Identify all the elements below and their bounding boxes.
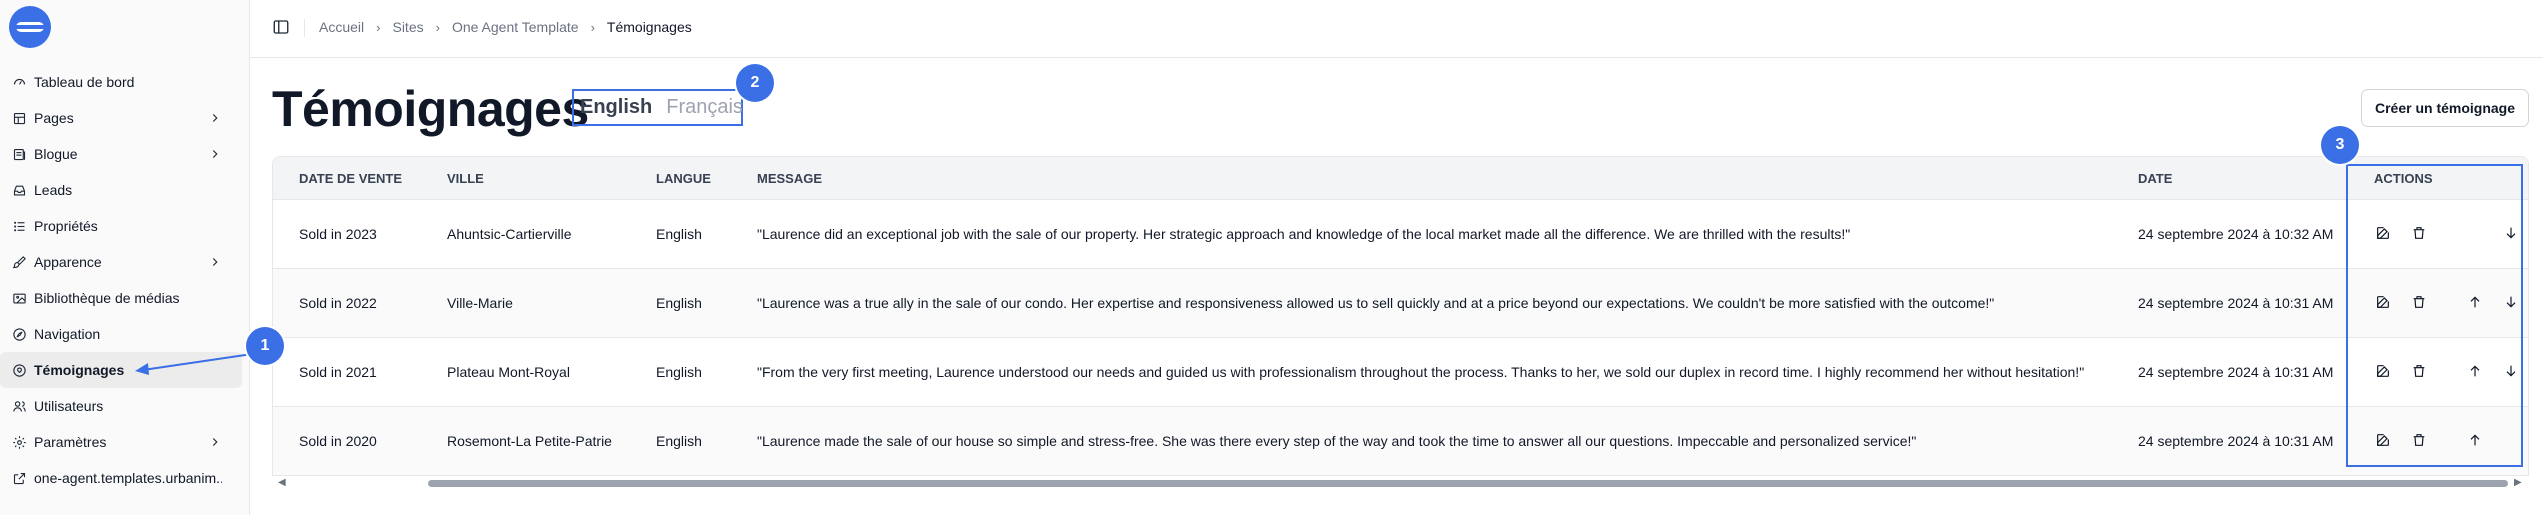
column-header-date: DATE [2138,171,2173,186]
testimonials-icon [11,362,27,378]
sidebar-toggle-icon[interactable] [272,18,290,36]
users-icon [11,398,27,414]
sidebar-item-11[interactable]: one-agent.templates.urbanim... [0,460,242,496]
sidebar-item-label: Apparence [34,254,102,270]
cell-date: 24 septembre 2024 à 10:31 AM [2138,364,2334,380]
actions-highlight-box [2346,164,2523,467]
cell-sale-date: Sold in 2022 [299,295,377,311]
cell-sale-date: Sold in 2023 [299,226,377,242]
create-testimonial-button[interactable]: Créer un témoignage [2361,89,2529,127]
cell-city: Plateau Mont-Royal [447,364,570,380]
column-header-sale-date: DATE DE VENTE [299,171,403,186]
brush-icon [11,254,27,270]
cell-date: 24 septembre 2024 à 10:31 AM [2138,433,2334,449]
cell-language: English [656,226,702,242]
list-icon [11,218,27,234]
cell-date: 24 septembre 2024 à 10:31 AM [2138,295,2334,311]
scroll-left-icon[interactable]: ◀ [278,478,288,488]
sidebar-item-label: Propriétés [34,218,98,234]
top-bar: Accueil › Sites › One Agent Template › Témoign… [250,0,2543,58]
horizontal-scrollbar[interactable]: ◀ ▶ [272,476,2529,490]
breadcrumb-separator-icon: › [435,19,440,35]
sidebar-item-label: Blogue [34,146,78,162]
sidebar-item-10[interactable]: Paramètres [0,424,242,460]
language-tab-francais[interactable]: Français [666,96,743,119]
breadcrumb-item[interactable]: Sites [392,19,423,35]
app-logo[interactable] [9,6,51,48]
sidebar-item-4[interactable]: Propriétés [0,208,242,244]
pages-icon [11,110,27,126]
sidebar-item-9[interactable]: Utilisateurs [0,388,242,424]
sidebar-item-1[interactable]: Pages [0,100,242,136]
cell-message: "From the very first meeting, Laurence u… [757,364,2085,380]
sidebar-item-2[interactable]: Blogue [0,136,242,172]
sidebar-item-label: Leads [34,182,73,198]
language-tab-english[interactable]: English [580,96,652,119]
sidebar-item-label: Paramètres [34,434,107,450]
cell-language: English [656,295,702,311]
chevron-right-icon [208,147,222,161]
marker-badge-1: 1 [246,327,284,365]
navigation-icon [11,326,27,342]
cell-message: "Laurence made the sale of our house so … [757,433,1917,449]
sidebar-item-0[interactable]: Tableau de bord [0,64,242,100]
chevron-right-icon [208,111,222,125]
column-header-language: LANGUE [656,171,711,186]
table-header: DATE DE VENTE VILLE LANGUE MESSAGE DATE … [273,157,2528,200]
sidebar-item-label: Pages [34,110,74,126]
sidebar-item-7[interactable]: Navigation [0,316,242,352]
table-row: Sold in 2021 Plateau Mont-Royal English "Fr… [273,338,2528,407]
breadcrumb-item[interactable]: Accueil [319,19,364,35]
sidebar-item-label: Bibliothèque de médias [34,290,180,306]
breadcrumb: Accueil › Sites › One Agent Template › Témoign… [319,19,692,35]
sidebar-item-8[interactable]: Témoignages [0,352,242,388]
testimonials-table: DATE DE VENTE VILLE LANGUE MESSAGE DATE … [272,156,2529,486]
cell-language: English [656,364,702,380]
sidebar-item-3[interactable]: Leads [0,172,242,208]
language-switcher: English Français [572,89,743,126]
breadcrumb-item: Témoignages [606,19,692,35]
table-row: Sold in 2020 Rosemont-La Petite-Patrie Eng… [273,407,2528,476]
cell-city: Rosemont-La Petite-Patrie [447,433,612,449]
sidebar-item-label: Témoignages [34,362,125,378]
sidebar-item-label: Navigation [34,326,101,342]
marker-badge-3: 3 [2321,126,2359,164]
cell-message: "Laurence did an exceptional job with th… [757,226,1851,242]
sidebar-item-6[interactable]: Bibliothèque de médias [0,280,242,316]
sidebar-item-label: Utilisateurs [34,398,104,414]
breadcrumb-separator-icon: › [376,19,381,35]
divider [304,19,305,37]
cell-language: English [656,433,702,449]
cell-sale-date: Sold in 2021 [299,364,377,380]
chevron-right-icon [208,435,222,449]
cell-message: "Laurence was a true ally in the sale of… [757,295,1995,311]
sidebar-nav: Tableau de bord Pages Blogue Leads Propriété… [0,64,250,496]
gear-icon [11,434,27,450]
media-icon [11,290,27,306]
sidebar-item-label: one-agent.templates.urbanim... [34,470,222,486]
table-row: Sold in 2022 Ville-Marie English "Laurence … [273,269,2528,338]
breadcrumb-item[interactable]: One Agent Template [452,19,579,35]
chevron-right-icon [208,255,222,269]
cell-city: Ville-Marie [447,295,513,311]
table-row: Sold in 2023 Ahuntsic-Cartierville English… [273,200,2528,269]
page-title: Témoignages [272,81,589,137]
column-header-city: VILLE [447,171,484,186]
cell-sale-date: Sold in 2020 [299,433,377,449]
scroll-right-icon[interactable]: ▶ [2514,478,2524,488]
cell-date: 24 septembre 2024 à 10:32 AM [2138,226,2334,242]
external-link-icon [11,470,27,486]
marker-badge-2: 2 [736,64,774,102]
scrollbar-thumb[interactable] [428,480,2508,487]
sidebar-item-label: Tableau de bord [34,74,135,90]
breadcrumb-separator-icon: › [590,19,595,35]
blog-icon [11,146,27,162]
gauge-icon [11,74,27,90]
sidebar: Tableau de bord Pages Blogue Leads Propriété… [0,0,250,515]
column-header-message: MESSAGE [757,171,823,186]
leads-icon [11,182,27,198]
cell-city: Ahuntsic-Cartierville [447,226,572,242]
sidebar-item-5[interactable]: Apparence [0,244,242,280]
